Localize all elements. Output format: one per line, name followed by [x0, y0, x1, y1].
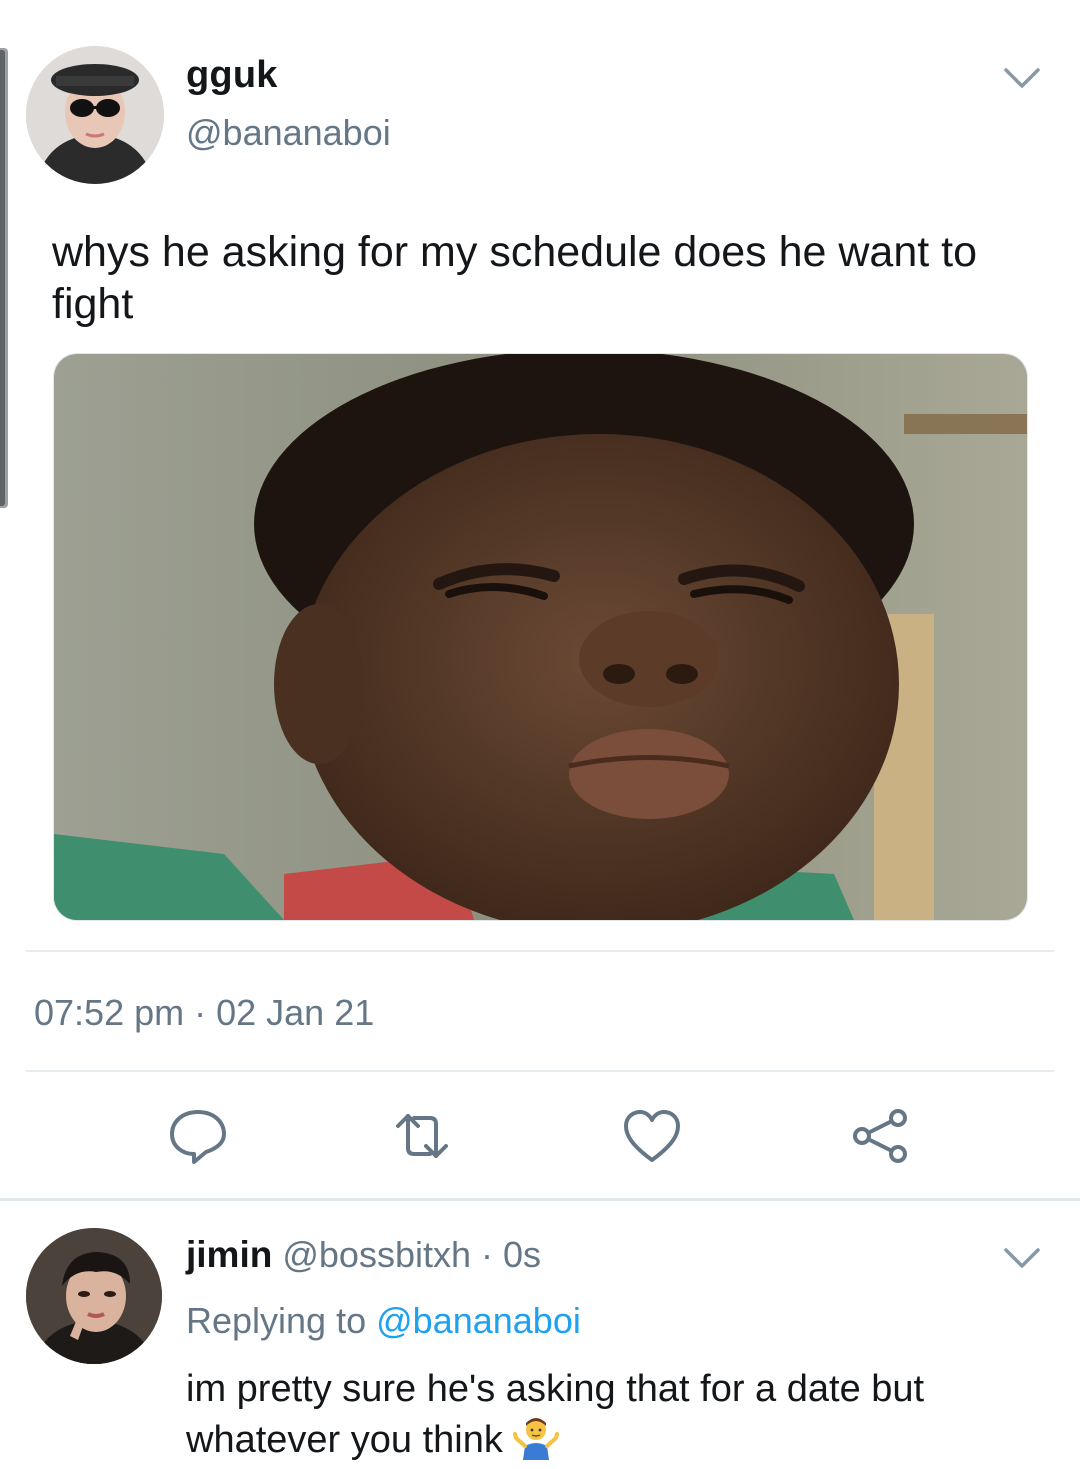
replying-mention[interactable]: @bananaboi	[376, 1300, 581, 1341]
section-divider	[0, 1198, 1080, 1201]
scroll-indicator[interactable]	[0, 48, 8, 508]
replying-to: Replying to @bananaboi	[186, 1300, 581, 1342]
author-avatar[interactable]	[26, 46, 164, 184]
divider	[26, 950, 1054, 952]
reply-header: jimin @bossbitxh · 0s	[186, 1234, 541, 1276]
share-icon[interactable]	[850, 1104, 914, 1168]
tweet-text: whys he asking for my schedule does he w…	[52, 228, 978, 328]
heart-icon[interactable]	[620, 1104, 684, 1168]
chevron-down-icon[interactable]	[1002, 1246, 1042, 1270]
divider	[26, 1070, 1054, 1072]
reply-time: · 0s	[481, 1234, 542, 1275]
tweet-time: 07:52 pm	[34, 992, 185, 1033]
tweet-timestamp: 07:52 pm · 02 Jan 21	[34, 992, 374, 1034]
author-handle[interactable]: @bananaboi	[186, 112, 391, 154]
reply-avatar[interactable]	[26, 1228, 162, 1364]
reply-text-container: im pretty sure he's asking that for a da…	[186, 1364, 1056, 1465]
replying-prefix: Replying to	[186, 1300, 367, 1341]
tweet-date: 02 Jan 21	[216, 992, 375, 1033]
retweet-icon[interactable]	[390, 1104, 454, 1168]
author-name[interactable]: gguk	[186, 54, 278, 97]
chevron-down-icon[interactable]	[1002, 66, 1042, 90]
reply-icon[interactable]	[166, 1104, 230, 1168]
reply-author-handle[interactable]: @bossbitxh	[282, 1234, 471, 1275]
person-shrugging-emoji-icon	[513, 1418, 560, 1460]
reply-author-name[interactable]: jimin	[186, 1234, 272, 1275]
tweet-image[interactable]	[53, 353, 1028, 921]
timestamp-separator: ·	[184, 992, 217, 1033]
